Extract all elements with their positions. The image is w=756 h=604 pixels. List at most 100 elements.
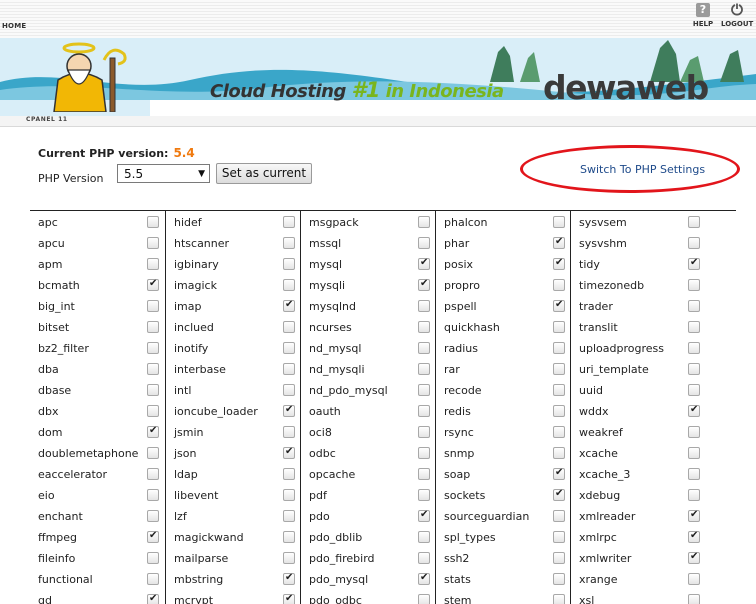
extension-checkbox[interactable]: [283, 510, 295, 522]
extension-checkbox[interactable]: [283, 299, 295, 312]
extension-checkbox[interactable]: [147, 510, 159, 522]
extension-checkbox[interactable]: [418, 489, 430, 501]
extension-checkbox[interactable]: [418, 300, 430, 312]
extension-checkbox[interactable]: [283, 258, 295, 270]
extension-checkbox[interactable]: [283, 446, 295, 459]
extension-name: redis: [444, 405, 471, 418]
extension-checkbox[interactable]: [553, 216, 565, 228]
extension-checkbox[interactable]: [283, 531, 295, 543]
extension-checkbox[interactable]: [283, 237, 295, 249]
extension-checkbox[interactable]: [147, 552, 159, 564]
extension-checkbox[interactable]: [418, 447, 430, 459]
extension-checkbox[interactable]: [418, 237, 430, 249]
extension-checkbox[interactable]: [418, 572, 430, 585]
extension-checkbox[interactable]: [147, 384, 159, 396]
extension-checkbox[interactable]: [283, 572, 295, 585]
extension-checkbox[interactable]: [418, 363, 430, 375]
extension-checkbox[interactable]: [688, 216, 700, 228]
extension-checkbox[interactable]: [147, 342, 159, 354]
extension-checkbox[interactable]: [553, 257, 565, 270]
extension-checkbox[interactable]: [688, 426, 700, 438]
extension-checkbox[interactable]: [688, 551, 700, 564]
extension-checkbox[interactable]: [283, 489, 295, 501]
extension-checkbox[interactable]: [553, 573, 565, 585]
extension-checkbox[interactable]: [553, 467, 565, 480]
extension-checkbox[interactable]: [147, 425, 159, 438]
extension-checkbox[interactable]: [418, 216, 430, 228]
extension-checkbox[interactable]: [147, 573, 159, 585]
home-link[interactable]: HOME: [2, 22, 26, 30]
extension-name: pdo_firebird: [309, 552, 375, 565]
extension-checkbox[interactable]: [688, 384, 700, 396]
extension-checkbox[interactable]: [688, 279, 700, 291]
extension-checkbox[interactable]: [688, 468, 700, 480]
extension-checkbox[interactable]: [283, 279, 295, 291]
extension-checkbox[interactable]: [418, 278, 430, 291]
extension-checkbox[interactable]: [147, 258, 159, 270]
php-version-select[interactable]: 5.5 ▼: [117, 164, 210, 183]
extension-checkbox[interactable]: [418, 468, 430, 480]
extension-checkbox[interactable]: [283, 363, 295, 375]
extension-checkbox[interactable]: [418, 531, 430, 543]
extension-checkbox[interactable]: [553, 552, 565, 564]
extension-checkbox[interactable]: [283, 552, 295, 564]
extension-checkbox[interactable]: [418, 257, 430, 270]
set-as-current-button[interactable]: Set as current: [216, 163, 312, 184]
extension-checkbox[interactable]: [688, 509, 700, 522]
extension-checkbox[interactable]: [418, 426, 430, 438]
extension-checkbox[interactable]: [553, 426, 565, 438]
extension-checkbox[interactable]: [147, 363, 159, 375]
extension-checkbox[interactable]: [553, 405, 565, 417]
extension-checkbox[interactable]: [283, 342, 295, 354]
extension-checkbox[interactable]: [688, 404, 700, 417]
extension-checkbox[interactable]: [418, 321, 430, 333]
extension-checkbox[interactable]: [688, 237, 700, 249]
extension-checkbox[interactable]: [553, 299, 565, 312]
extension-checkbox[interactable]: [553, 510, 565, 522]
extension-checkbox[interactable]: [553, 279, 565, 291]
extension-checkbox[interactable]: [147, 447, 159, 459]
extension-checkbox[interactable]: [553, 384, 565, 396]
extension-checkbox[interactable]: [418, 342, 430, 354]
extension-checkbox[interactable]: [283, 384, 295, 396]
extension-checkbox[interactable]: [147, 321, 159, 333]
extension-item: ldap: [166, 463, 301, 484]
extension-checkbox[interactable]: [147, 489, 159, 501]
extension-checkbox[interactable]: [418, 384, 430, 396]
extension-checkbox[interactable]: [688, 300, 700, 312]
extension-checkbox[interactable]: [688, 489, 700, 501]
extension-checkbox[interactable]: [553, 447, 565, 459]
extension-checkbox[interactable]: [147, 300, 159, 312]
extension-checkbox[interactable]: [553, 321, 565, 333]
extension-checkbox[interactable]: [283, 468, 295, 480]
extension-checkbox[interactable]: [147, 216, 159, 228]
extension-checkbox[interactable]: [553, 236, 565, 249]
logout-link[interactable]: LOGOUT: [721, 3, 753, 28]
extension-checkbox[interactable]: [688, 530, 700, 543]
extension-checkbox[interactable]: [688, 321, 700, 333]
extension-checkbox[interactable]: [418, 405, 430, 417]
help-link[interactable]: ? HELP: [692, 3, 714, 28]
extension-checkbox[interactable]: [147, 530, 159, 543]
extension-checkbox[interactable]: [147, 237, 159, 249]
extension-checkbox[interactable]: [283, 321, 295, 333]
extension-checkbox[interactable]: [688, 573, 700, 585]
extension-checkbox[interactable]: [688, 363, 700, 375]
extension-name: ssh2: [444, 552, 470, 565]
extension-checkbox[interactable]: [147, 468, 159, 480]
extension-checkbox[interactable]: [553, 342, 565, 354]
extension-checkbox[interactable]: [418, 509, 430, 522]
extension-checkbox[interactable]: [147, 405, 159, 417]
extension-checkbox[interactable]: [688, 447, 700, 459]
extension-checkbox[interactable]: [283, 404, 295, 417]
extension-checkbox[interactable]: [418, 552, 430, 564]
extension-checkbox[interactable]: [688, 342, 700, 354]
extension-checkbox[interactable]: [688, 257, 700, 270]
extension-checkbox[interactable]: [553, 531, 565, 543]
extension-checkbox[interactable]: [553, 488, 565, 501]
extension-checkbox[interactable]: [283, 216, 295, 228]
extension-checkbox[interactable]: [283, 426, 295, 438]
extension-checkbox[interactable]: [553, 363, 565, 375]
switch-to-php-settings-link[interactable]: Switch To PHP Settings: [580, 163, 705, 176]
extension-checkbox[interactable]: [147, 278, 159, 291]
